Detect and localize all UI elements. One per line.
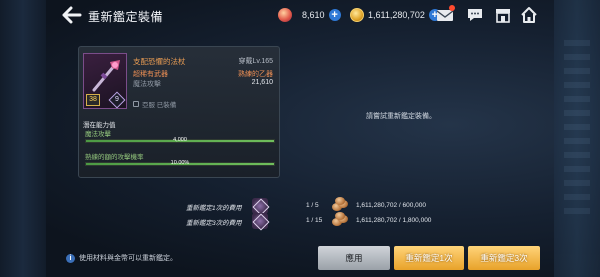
mail-notification-dot xyxy=(449,5,455,11)
gem-currency: 8,610 + xyxy=(278,7,341,23)
item-level-badge: 38 xyxy=(86,94,100,106)
reappraise-three-button[interactable]: 重新鑑定3次 xyxy=(468,246,540,270)
apply-button[interactable]: 應用 xyxy=(318,246,390,270)
reappraisal-material-icon[interactable] xyxy=(252,198,268,214)
equip-level: 穿戴Lv.165 xyxy=(238,58,274,65)
item-stat-label: 魔法攻擊 xyxy=(133,81,161,88)
reappraise-hint: 請嘗試重新鑑定裝備。 xyxy=(366,113,436,120)
gold-coin-icon xyxy=(332,197,350,212)
cost-row-three: 重新鑑定3次的費用 1 / 15 1,611,280,702 / 1,800,0… xyxy=(186,212,446,229)
item-slot[interactable]: 38 9 xyxy=(83,53,127,109)
gold-cost-once: 1,611,280,702 / 600,000 xyxy=(356,202,426,209)
footer-info: i 使用材料與金幣可以重新鑑定。 xyxy=(66,253,177,263)
shop-icon[interactable] xyxy=(494,6,512,24)
gold-amount: 1,611,280,702 xyxy=(368,10,425,20)
option-bar-2[interactable]: 10.00% xyxy=(85,160,275,166)
footer-info-text: 使用材料與金幣可以重新鑑定。 xyxy=(79,255,177,262)
top-bar: 重新鑑定裝備 8,610 + 1,611,280,702 + xyxy=(0,0,600,30)
item-slot-type: 熟練的乙器 xyxy=(238,71,273,78)
gold-currency: 1,611,280,702 + xyxy=(350,7,441,23)
page-title: 重新鑑定裝備 xyxy=(88,10,164,24)
cost-label-once: 重新鑑定1次的費用 xyxy=(186,205,242,212)
item-name: 支配恐懼的法杖 xyxy=(133,57,186,66)
material-count-once: 1 / 5 xyxy=(306,202,319,209)
gold-coin-icon xyxy=(350,8,364,22)
cost-row-once: 重新鑑定1次的費用 1 / 5 1,611,280,702 / 600,000 xyxy=(186,197,446,214)
material-count-three: 1 / 15 xyxy=(306,217,323,224)
reappraise-once-button[interactable]: 重新鑑定1次 xyxy=(394,246,464,270)
item-status: 亞服 已裝備 xyxy=(133,99,176,109)
gold-coin-icon xyxy=(332,212,350,227)
gem-icon xyxy=(278,8,292,22)
home-icon[interactable] xyxy=(520,6,538,24)
gem-amount: 8,610 xyxy=(302,10,325,20)
add-gems-button[interactable]: + xyxy=(328,9,341,21)
option-bar-1[interactable]: 4,000 xyxy=(85,137,275,143)
back-arrow-icon[interactable] xyxy=(62,6,82,24)
staff-icon xyxy=(92,60,120,92)
info-icon: i xyxy=(66,253,75,263)
lock-icon xyxy=(133,101,139,107)
game-screen: 重新鑑定裝備 8,610 + 1,611,280,702 + 38 9 支配恐懼… xyxy=(0,0,600,277)
item-status-text: 亞服 已裝備 xyxy=(142,102,177,109)
right-side-decoration xyxy=(554,0,600,277)
chat-icon[interactable] xyxy=(466,6,484,24)
left-side-decoration xyxy=(0,0,46,277)
mail-icon[interactable] xyxy=(436,5,455,24)
item-info-panel: 38 9 支配恐懼的法杖 穿戴Lv.165 超稀有武器 熟練的乙器 魔法攻擊 2… xyxy=(78,46,280,178)
reappraisal-material-icon[interactable] xyxy=(252,213,268,229)
gold-cost-three: 1,611,280,702 / 1,800,000 xyxy=(356,217,432,224)
item-type: 超稀有武器 xyxy=(133,71,168,78)
item-stat-value: 21,610 xyxy=(251,79,273,86)
cost-label-three: 重新鑑定3次的費用 xyxy=(186,220,242,227)
option-value-2: 10.00% xyxy=(170,160,190,166)
option-value-1: 4,000 xyxy=(173,137,187,143)
